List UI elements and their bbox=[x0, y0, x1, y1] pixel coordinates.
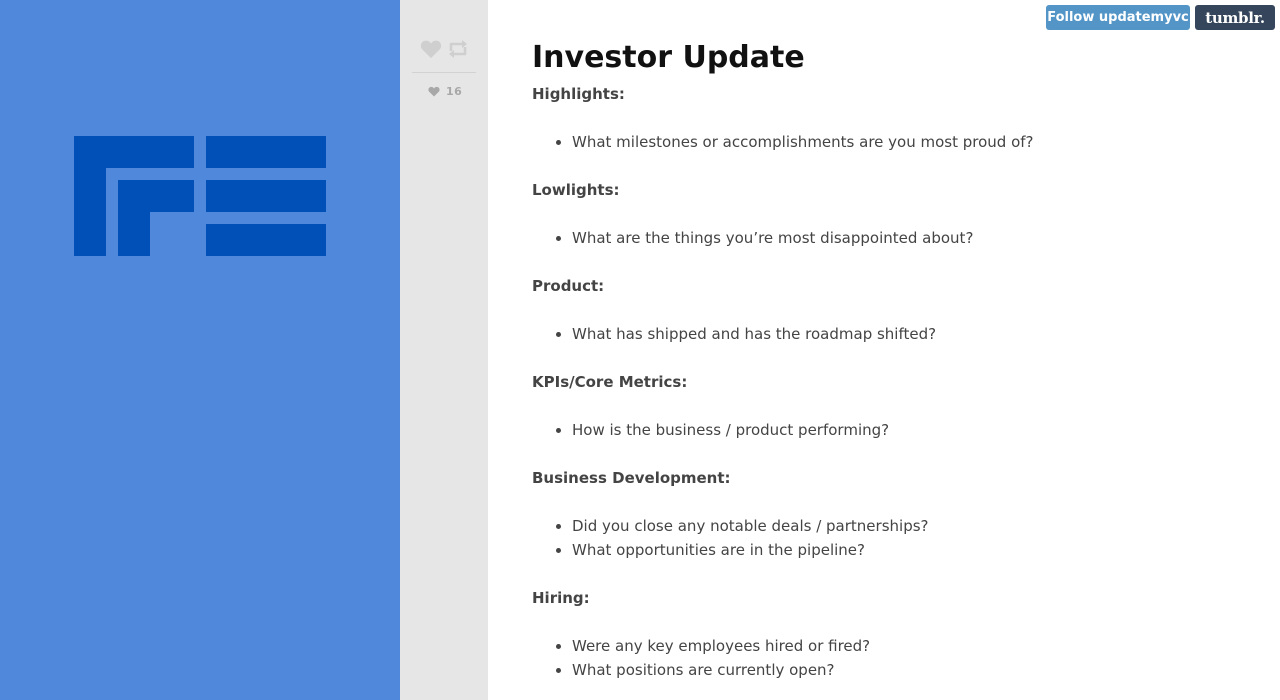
business-development-list: Did you close any notable deals / partne… bbox=[532, 514, 1232, 562]
logo-bar-right-top bbox=[206, 136, 326, 168]
kpis-list: How is the business / product performing… bbox=[532, 418, 1232, 442]
list-item: What are the things you’re most disappoi… bbox=[572, 226, 1232, 250]
list-item: What positions are currently open? bbox=[572, 658, 1232, 682]
post-body: Investor Update Highlights: What milesto… bbox=[532, 38, 1232, 682]
small-heart-icon bbox=[428, 86, 440, 96]
logo-bar-left-vertical bbox=[74, 136, 106, 256]
post-title: Investor Update bbox=[532, 40, 805, 75]
list-item: Did you close any notable deals / partne… bbox=[572, 514, 1232, 538]
section-heading-hiring: Hiring: bbox=[532, 589, 590, 607]
list-item: How is the business / product performing… bbox=[572, 418, 1232, 442]
list-item: What opportunities are in the pipeline? bbox=[572, 538, 1232, 562]
highlights-list: What milestones or accomplishments are y… bbox=[532, 130, 1232, 154]
section-heading-business-development: Business Development: bbox=[532, 469, 731, 487]
list-item: What milestones or accomplishments are y… bbox=[572, 130, 1232, 154]
lowlights-list: What are the things you’re most disappoi… bbox=[532, 226, 1232, 250]
list-item: What has shipped and has the roadmap shi… bbox=[572, 322, 1232, 346]
section-heading-kpis: KPIs/Core Metrics: bbox=[532, 373, 688, 391]
hiring-list: Were any key employees hired or fired? W… bbox=[532, 634, 1232, 682]
logo-bar-right-mid bbox=[206, 180, 326, 212]
section-heading-product: Product: bbox=[532, 277, 605, 295]
product-list: What has shipped and has the roadmap shi… bbox=[532, 322, 1232, 346]
section-heading-highlights: Highlights: bbox=[532, 85, 625, 103]
notes-count-label: 16 bbox=[446, 84, 463, 98]
notes-count[interactable]: 16 bbox=[428, 84, 462, 98]
first-round-logo[interactable] bbox=[74, 136, 326, 256]
controls-divider bbox=[412, 72, 476, 73]
heart-icon[interactable] bbox=[420, 39, 442, 59]
logo-bar-right-bottom bbox=[206, 224, 326, 256]
reblog-icon[interactable] bbox=[447, 39, 469, 59]
post-controls: 16 bbox=[400, 0, 488, 700]
section-heading-lowlights: Lowlights: bbox=[532, 181, 620, 199]
list-item: Were any key employees hired or fired? bbox=[572, 634, 1232, 658]
follow-button[interactable]: Follow updatemyvc bbox=[1046, 5, 1190, 30]
tumblr-logo-button[interactable]: tumblr. bbox=[1195, 5, 1275, 30]
logo-bar-inner-vertical bbox=[118, 180, 150, 256]
post-actions bbox=[420, 39, 470, 61]
blog-sidebar bbox=[0, 0, 400, 700]
